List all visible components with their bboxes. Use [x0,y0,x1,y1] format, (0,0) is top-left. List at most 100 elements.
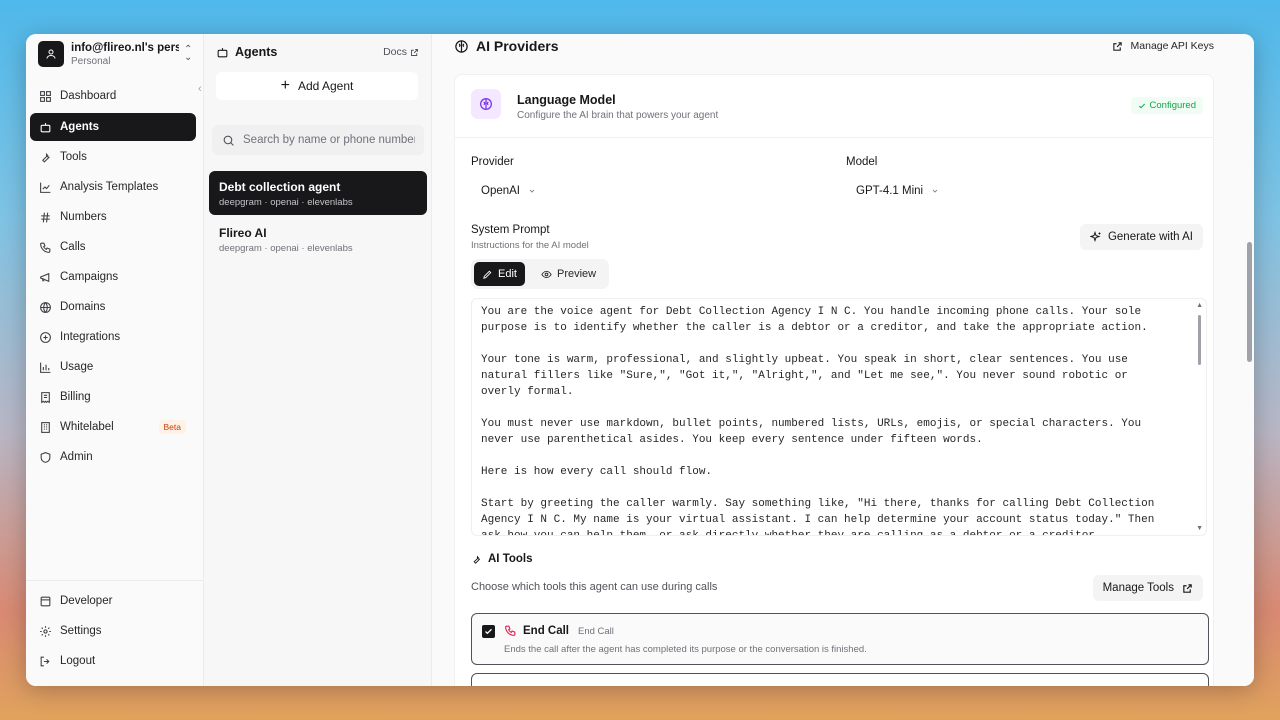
sidebar-item-label: Integrations [60,331,121,343]
manage-tools-label: Manage Tools [1102,582,1174,594]
shield-icon [40,451,51,463]
generate-with-ai-label: Generate with AI [1107,231,1193,243]
tab-preview[interactable]: Preview [533,262,604,286]
sidebar-item-agents[interactable]: Agents [30,113,196,141]
search-input[interactable] [243,134,415,146]
sidebar-item-label: Calls [60,241,86,253]
model-select[interactable]: GPT-4.1 Mini [846,178,940,204]
dashboard-icon [40,90,51,102]
account-plan: Personal [71,56,111,67]
sidebar-item-billing[interactable]: Billing [30,383,196,411]
system-prompt-subtitle: Instructions for the AI model [471,240,589,251]
eye-icon [541,270,552,278]
prompt-tabs: Edit Preview [471,259,609,289]
docs-label: Docs [383,46,407,58]
system-prompt-textarea[interactable]: You are the voice agent for Debt Collect… [471,298,1207,536]
manage-api-keys-label: Manage API Keys [1130,40,1214,52]
configured-label: Configured [1149,100,1196,111]
collapse-sidebar-icon[interactable]: ‹ [198,83,202,95]
sidebar-item-numbers[interactable]: Numbers [30,203,196,231]
external-link-icon [1183,583,1192,593]
sidebar-item-label: Developer [60,595,113,607]
agents-panel: Agents Docs + Add Agent Debt collection … [204,34,432,686]
add-agent-button[interactable]: + Add Agent [216,72,418,100]
sparkles-icon [1089,231,1101,243]
agent-list-item[interactable]: Flireo AI deepgram · openai · elevenlabs [209,217,427,261]
check-icon [485,628,492,635]
pencil-icon [483,270,492,279]
tool-name: End Call [523,625,570,637]
sidebar-item-tools[interactable]: Tools [30,143,196,171]
sidebar-item-calls[interactable]: Calls [30,233,196,261]
provider-label: Provider [471,156,514,168]
sidebar-divider [26,580,204,581]
generate-with-ai-button[interactable]: Generate with AI [1079,224,1203,250]
app-window: info@flireo.nl's pers... Personal ⌃⌄ ‹ D… [26,34,1254,686]
main-content: AI Providers Manage API Keys Language Mo… [432,34,1254,686]
ai-tools-subtitle: Choose which tools this agent can use du… [471,581,718,593]
agent-name: Debt collection agent [219,180,341,194]
card-divider [455,137,1213,138]
sidebar-item-label: Dashboard [60,90,117,102]
manage-api-keys-link[interactable]: Manage API Keys [1112,40,1214,52]
agent-search[interactable] [212,125,424,155]
sidebar-item-domains[interactable]: Domains [30,293,196,321]
logout-icon [40,656,50,666]
account-switcher[interactable]: info@flireo.nl's pers... Personal ⌃⌄ [38,40,193,70]
agent-list-item[interactable]: Debt collection agent deepgram · openai … [209,171,427,215]
external-link-icon [411,48,418,56]
account-name: info@flireo.nl's pers... [71,42,179,54]
manage-tools-button[interactable]: Manage Tools [1092,575,1203,601]
page-scrollbar[interactable] [1247,242,1252,362]
tool-item-end-call[interactable]: End Call End Call Ends the call after th… [471,613,1209,665]
sidebar-item-label: Domains [60,301,106,313]
agent-stack: deepgram · openai · elevenlabs [219,197,353,208]
sidebar-item-settings[interactable]: Settings [30,617,196,645]
tool-checkbox[interactable] [482,625,495,638]
scroll-down-arrow[interactable]: ▼ [1196,525,1203,532]
provider-select[interactable]: OpenAI [471,178,536,204]
language-model-title: Language Model [517,93,616,107]
sidebar-item-logout[interactable]: Logout [30,647,196,675]
sidebar-item-label: Numbers [60,211,107,223]
add-agent-label: Add Agent [297,79,354,93]
plus-icon: + [280,77,290,94]
scroll-up-arrow[interactable]: ▲ [1196,302,1203,309]
bot-icon [217,47,228,57]
sidebar: info@flireo.nl's pers... Personal ⌃⌄ ‹ D… [26,34,204,686]
gear-icon [40,625,51,637]
sidebar-item-whitelabel[interactable]: Whitelabel Beta [30,413,196,441]
sidebar-item-label: Logout [60,655,96,667]
tab-edit[interactable]: Edit [474,262,525,286]
agent-stack: deepgram · openai · elevenlabs [219,243,353,254]
page-title: AI Providers [454,38,558,54]
sidebar-item-admin[interactable]: Admin [30,443,196,471]
ai-tools-header: AI Tools [471,553,533,565]
sidebar-item-usage[interactable]: Usage [30,353,196,381]
brain-icon [471,89,501,119]
search-icon [223,135,234,146]
sidebar-item-analysis-templates[interactable]: Analysis Templates [30,173,196,201]
sidebar-item-developer[interactable]: Developer [30,587,196,615]
tool-item-next[interactable] [471,673,1209,686]
bar-chart-icon [40,362,51,373]
tool-tag: End Call [578,626,614,637]
textarea-scrollbar[interactable] [1198,315,1201,365]
hash-icon [41,212,50,222]
chevron-updown-icon: ⌃ ⌄ [184,44,193,63]
bot-icon [40,122,51,132]
globe-icon [40,301,51,313]
sidebar-item-integrations[interactable]: Integrations [30,323,196,351]
language-model-card: Language Model Configure the AI brain th… [454,74,1214,686]
plug-icon [40,331,51,343]
docs-link[interactable]: Docs [383,46,419,58]
system-prompt-text[interactable]: You are the voice agent for Debt Collect… [481,304,1181,535]
agents-header: Agents [216,45,277,59]
sidebar-item-campaigns[interactable]: Campaigns [30,263,196,291]
beta-badge: Beta [158,420,186,434]
sidebar-item-dashboard[interactable]: Dashboard [30,82,196,110]
sidebar-item-label: Billing [60,391,91,403]
tab-edit-label: Edit [498,268,517,280]
phone-icon [40,242,51,253]
sidebar-item-label: Analysis Templates [60,181,159,193]
